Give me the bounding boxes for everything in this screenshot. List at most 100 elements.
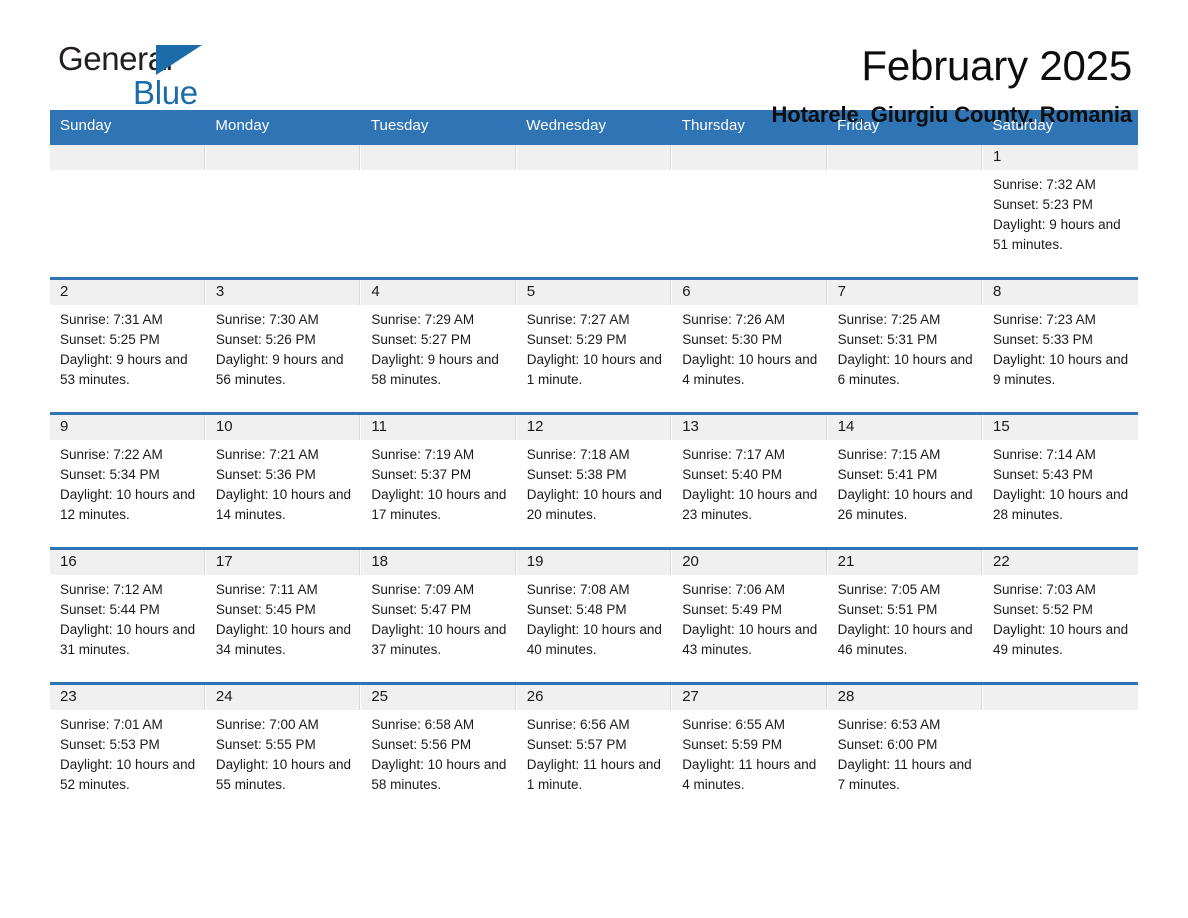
sunrise-text: Sunrise: 6:56 AM (526, 717, 630, 732)
sunrise-text: Sunrise: 7:30 AM (215, 312, 319, 327)
daylight-text: Daylight: 10 hours and 37 minutes. (371, 622, 507, 657)
calendar-day-cell[interactable]: 1 Sunrise: 7:32 AM Sunset: 5:23 PM Daylight… (982, 142, 1138, 279)
calendar-day-cell[interactable]: 18 Sunrise: 7:09 AM Sunset: 5:47 PM Dayligh… (360, 547, 517, 684)
calendar-day-cell[interactable]: 28 Sunrise: 6:53 AM Sunset: 6:00 PM Dayligh… (827, 682, 984, 819)
daylight-text: Daylight: 10 hours and 34 minutes. (215, 622, 352, 657)
day-number (205, 145, 361, 170)
sunrise-sunset-calendar: Sunday Monday Tuesday Wednesday Thursday Frid… (50, 110, 1138, 819)
day-number: 13 (672, 415, 827, 440)
sunset-text: Sunset: 5:23 PM (993, 197, 1093, 212)
daylight-text: Daylight: 10 hours and 40 minutes. (526, 622, 662, 657)
day-cell-inner: 21 Sunrise: 7:05 AM Sunset: 5:51 PM Dayligh… (827, 550, 983, 682)
sunset-text: Sunset: 5:33 PM (993, 332, 1093, 347)
day-cell-inner (361, 145, 516, 277)
day-details: Sunrise: 7:06 AM Sunset: 5:49 PM Daylight:… (672, 575, 826, 660)
day-cell-inner: 12 Sunrise: 7:18 AM Sunset: 5:38 PM Dayligh… (516, 415, 672, 547)
sunrise-text: Sunrise: 7:01 AM (60, 717, 163, 732)
sunset-text: Sunset: 5:40 PM (682, 467, 782, 482)
calendar-day-cell[interactable]: 11 Sunrise: 7:19 AM Sunset: 5:37 PM Dayligh… (360, 412, 517, 549)
sunset-text: Sunset: 5:29 PM (526, 332, 627, 347)
calendar-day-cell[interactable]: 13 Sunrise: 7:17 AM Sunset: 5:40 PM Dayligh… (671, 412, 828, 549)
day-cell-inner (50, 145, 205, 277)
calendar-day-cell[interactable]: 4 Sunrise: 7:29 AM Sunset: 5:27 PM Daylight… (360, 277, 517, 414)
day-cell-inner: 17 Sunrise: 7:11 AM Sunset: 5:45 PM Dayligh… (205, 550, 361, 682)
day-number: 17 (205, 550, 361, 575)
day-number: 25 (361, 685, 516, 710)
calendar-day-cell[interactable]: 26 Sunrise: 6:56 AM Sunset: 5:57 PM Dayligh… (516, 682, 673, 819)
sunrise-text: Sunrise: 7:00 AM (215, 717, 319, 732)
day-details: Sunrise: 6:53 AM Sunset: 6:00 PM Daylight:… (828, 710, 982, 795)
calendar-day-cell-empty (671, 142, 828, 279)
calendar-day-cell[interactable]: 25 Sunrise: 6:58 AM Sunset: 5:56 PM Dayligh… (360, 682, 517, 819)
sunset-text: Sunset: 5:31 PM (837, 332, 938, 347)
sunrise-text: Sunrise: 7:31 AM (60, 312, 163, 327)
calendar-day-cell[interactable]: 23 Sunrise: 7:01 AM Sunset: 5:53 PM Dayligh… (50, 682, 206, 819)
day-cell-inner: 7 Sunrise: 7:25 AM Sunset: 5:31 PM Daylight… (827, 280, 983, 412)
calendar-day-cell[interactable]: 15 Sunrise: 7:14 AM Sunset: 5:43 PM Dayligh… (982, 412, 1138, 549)
day-number: 20 (672, 550, 827, 575)
day-details: Sunrise: 7:26 AM Sunset: 5:30 PM Daylight:… (672, 305, 826, 390)
day-details: Sunrise: 7:09 AM Sunset: 5:47 PM Daylight:… (361, 575, 515, 660)
calendar-day-cell[interactable]: 19 Sunrise: 7:08 AM Sunset: 5:48 PM Dayligh… (516, 547, 673, 684)
sunset-text: Sunset: 5:26 PM (215, 332, 316, 347)
title-block: February 2025 Hotarele, Giurgiu County, … (771, 42, 1138, 130)
day-details: Sunrise: 7:00 AM Sunset: 5:55 PM Daylight:… (206, 710, 360, 795)
generalblue-logo[interactable]: General Blue (58, 42, 258, 120)
daylight-text: Daylight: 10 hours and 58 minutes. (371, 757, 507, 792)
day-details: Sunrise: 7:15 AM Sunset: 5:41 PM Daylight:… (828, 440, 982, 525)
page-subtitle: Hotarele, Giurgiu County, Romania (771, 102, 1132, 127)
calendar-day-cell[interactable]: 17 Sunrise: 7:11 AM Sunset: 5:45 PM Dayligh… (205, 547, 362, 684)
sunset-text: Sunset: 5:34 PM (60, 467, 160, 482)
calendar-day-cell[interactable]: 22 Sunrise: 7:03 AM Sunset: 5:52 PM Dayligh… (982, 547, 1138, 684)
calendar-day-cell[interactable]: 5 Sunrise: 7:27 AM Sunset: 5:29 PM Daylight… (516, 277, 673, 414)
sunrise-text: Sunrise: 7:09 AM (371, 582, 475, 597)
calendar-day-cell[interactable]: 24 Sunrise: 7:00 AM Sunset: 5:55 PM Dayligh… (205, 682, 362, 819)
day-number: 4 (361, 280, 516, 305)
calendar-day-cell[interactable]: 20 Sunrise: 7:06 AM Sunset: 5:49 PM Dayligh… (671, 547, 828, 684)
day-cell-inner (827, 145, 983, 277)
sunset-text: Sunset: 5:49 PM (682, 602, 782, 617)
calendar-day-cell[interactable]: 16 Sunrise: 7:12 AM Sunset: 5:44 PM Dayligh… (50, 547, 206, 684)
day-details: Sunrise: 7:27 AM Sunset: 5:29 PM Daylight:… (517, 305, 671, 390)
day-cell-inner: 9 Sunrise: 7:22 AM Sunset: 5:34 PM Daylight… (50, 415, 205, 547)
calendar-day-cell[interactable]: 6 Sunrise: 7:26 AM Sunset: 5:30 PM Daylight… (671, 277, 828, 414)
day-cell-inner: 24 Sunrise: 7:00 AM Sunset: 5:55 PM Dayligh… (205, 685, 361, 819)
day-number: 28 (827, 685, 983, 710)
day-cell-inner (983, 685, 1138, 819)
day-cell-inner: 13 Sunrise: 7:17 AM Sunset: 5:40 PM Dayligh… (672, 415, 827, 547)
day-cell-inner (205, 145, 361, 277)
calendar-day-cell[interactable]: 10 Sunrise: 7:21 AM Sunset: 5:36 PM Dayligh… (205, 412, 362, 549)
calendar-day-cell[interactable]: 8 Sunrise: 7:23 AM Sunset: 5:33 PM Daylight… (982, 277, 1138, 414)
sunset-text: Sunset: 5:47 PM (371, 602, 472, 617)
calendar-day-cell[interactable]: 9 Sunrise: 7:22 AM Sunset: 5:34 PM Daylight… (50, 412, 206, 549)
calendar-day-cell[interactable]: 12 Sunrise: 7:18 AM Sunset: 5:38 PM Dayligh… (516, 412, 673, 549)
calendar-day-cell[interactable]: 7 Sunrise: 7:25 AM Sunset: 5:31 PM Daylight… (827, 277, 984, 414)
day-number: 1 (983, 145, 1138, 170)
sunset-text: Sunset: 5:36 PM (215, 467, 316, 482)
day-number: 19 (516, 550, 672, 575)
day-details: Sunrise: 7:12 AM Sunset: 5:44 PM Daylight:… (50, 575, 205, 660)
calendar-day-cell[interactable]: 2 Sunrise: 7:31 AM Sunset: 5:25 PM Daylight… (50, 277, 206, 414)
daylight-text: Daylight: 10 hours and 6 minutes. (837, 352, 973, 387)
sunrise-text: Sunrise: 6:58 AM (371, 717, 475, 732)
daylight-text: Daylight: 10 hours and 28 minutes. (993, 487, 1129, 522)
day-number: 10 (205, 415, 361, 440)
calendar-day-cell[interactable]: 21 Sunrise: 7:05 AM Sunset: 5:51 PM Dayligh… (827, 547, 984, 684)
day-cell-inner: 28 Sunrise: 6:53 AM Sunset: 6:00 PM Dayligh… (827, 685, 983, 819)
calendar-day-cell[interactable]: 3 Sunrise: 7:30 AM Sunset: 5:26 PM Daylight… (205, 277, 362, 414)
sunrise-text: Sunrise: 7:08 AM (526, 582, 630, 597)
day-number: 7 (827, 280, 983, 305)
sunset-text: Sunset: 5:38 PM (526, 467, 627, 482)
day-number (50, 145, 205, 170)
sunrise-text: Sunrise: 7:05 AM (837, 582, 941, 597)
daylight-text: Daylight: 11 hours and 1 minute. (526, 757, 661, 792)
sunrise-text: Sunrise: 7:14 AM (993, 447, 1096, 462)
calendar-day-cell[interactable]: 27 Sunrise: 6:55 AM Sunset: 5:59 PM Dayligh… (671, 682, 828, 819)
day-number: 5 (516, 280, 672, 305)
day-number: 22 (983, 550, 1138, 575)
sunrise-text: Sunrise: 7:23 AM (993, 312, 1096, 327)
day-cell-inner: 2 Sunrise: 7:31 AM Sunset: 5:25 PM Daylight… (50, 280, 205, 412)
calendar-day-cell[interactable]: 14 Sunrise: 7:15 AM Sunset: 5:41 PM Dayligh… (827, 412, 984, 549)
day-cell-inner: 11 Sunrise: 7:19 AM Sunset: 5:37 PM Dayligh… (361, 415, 516, 547)
day-number: 11 (361, 415, 516, 440)
